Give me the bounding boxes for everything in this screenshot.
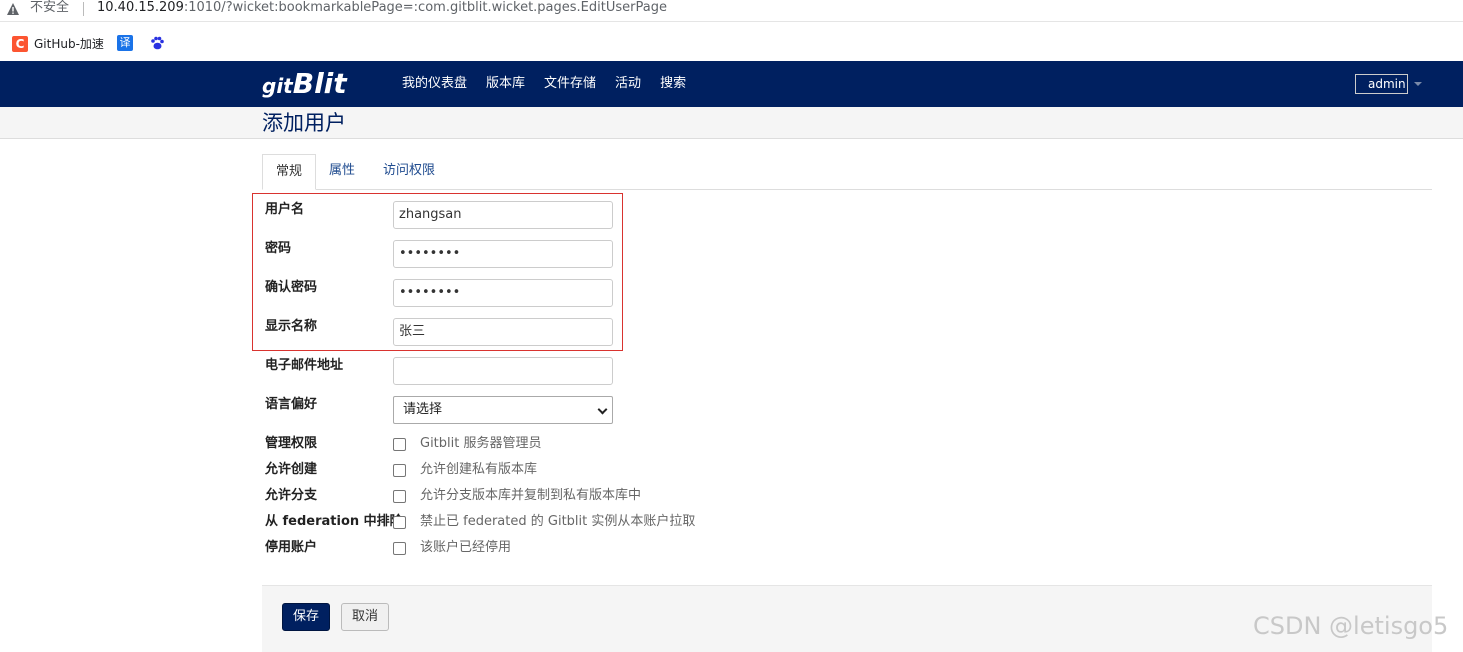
nav-activity[interactable]: 活动: [615, 75, 641, 93]
admin-description: Gitblit 服务器管理员: [420, 436, 542, 451]
page-title: 添加用户: [262, 111, 346, 135]
disabled-description: 该账户已经停用: [420, 540, 512, 555]
brand-name: Blit: [292, 67, 347, 100]
gitblit-logo[interactable]: gitBlit: [262, 67, 347, 103]
csdn-icon: C: [12, 35, 28, 52]
admin-checkbox[interactable]: [393, 438, 406, 451]
email-label: 电子邮件地址: [265, 358, 344, 373]
display-name-field[interactable]: 张三: [393, 318, 613, 346]
baidu-paw-icon: [151, 36, 164, 50]
exclude-federation-checkbox[interactable]: [393, 516, 406, 529]
url-host: 10.40.15.209: [97, 0, 184, 15]
warning-icon[interactable]: [6, 2, 20, 16]
admin-label: 管理权限: [265, 436, 318, 451]
username-field[interactable]: zhangsan: [393, 201, 613, 229]
can-create-description: 允许创建私有版本库: [420, 462, 538, 477]
bookmarks-bar: C GitHub-加速 译: [0, 23, 1463, 61]
translate-icon: 译: [117, 35, 133, 51]
cancel-button[interactable]: 取消: [341, 603, 389, 631]
chevron-down-icon[interactable]: [1414, 82, 1422, 86]
address-bar[interactable]: 不安全 10.40.15.209:1010/?wicket:bookmarkab…: [0, 0, 1463, 22]
nav-search[interactable]: 搜索: [660, 75, 686, 93]
can-fork-description: 允许分支版本库并复制到私有版本库中: [420, 488, 642, 503]
brand-prefix: git: [262, 74, 293, 98]
tab-bar: 常规 属性 访问权限: [262, 154, 1432, 190]
page-header: 添加用户: [0, 107, 1463, 139]
can-fork-checkbox[interactable]: [393, 490, 406, 503]
url-text[interactable]: 10.40.15.209:1010/?wicket:bookmarkablePa…: [97, 0, 667, 16]
nav-dashboard[interactable]: 我的仪表盘: [402, 75, 467, 93]
divider: [83, 2, 84, 16]
locale-selected-value: 请选择: [403, 402, 443, 417]
email-field[interactable]: [393, 357, 613, 385]
bookmark-label: GitHub-加速: [34, 37, 104, 51]
bookmark-github-accelerate[interactable]: C GitHub-加速: [12, 35, 104, 52]
bookmark-baidu[interactable]: [149, 35, 165, 51]
disabled-checkbox[interactable]: [393, 542, 406, 555]
exclude-federation-label: 从 federation 中排除: [265, 514, 403, 529]
top-navbar: gitBlit 我的仪表盘 版本库 文件存储 活动 搜索 admin: [0, 61, 1463, 107]
username-label: 用户名: [265, 202, 305, 217]
tab-general[interactable]: 常规: [262, 154, 317, 190]
bookmark-translate[interactable]: 译: [117, 35, 133, 51]
exclude-federation-description: 禁止已 federated 的 Gitblit 实例从本账户拉取: [420, 514, 696, 529]
password-label: 密码: [265, 241, 292, 256]
can-create-checkbox[interactable]: [393, 464, 406, 477]
confirm-password-label: 确认密码: [265, 280, 318, 295]
user-avatar-menu[interactable]: admin: [1355, 74, 1408, 94]
locale-label: 语言偏好: [265, 397, 318, 412]
save-button[interactable]: 保存: [282, 603, 330, 631]
locale-select[interactable]: 请选择: [393, 396, 613, 424]
can-fork-label: 允许分支: [265, 488, 318, 503]
security-label[interactable]: 不安全: [30, 0, 69, 16]
can-create-label: 允许创建: [265, 462, 318, 477]
display-name-label: 显示名称: [265, 319, 318, 334]
tab-permissions[interactable]: 访问权限: [370, 154, 448, 190]
disabled-label: 停用账户: [265, 540, 318, 555]
nav-filestore[interactable]: 文件存储: [544, 75, 596, 93]
confirm-password-field[interactable]: ••••••••: [393, 279, 613, 307]
chevron-down-icon: [597, 404, 608, 415]
url-path: :1010/?wicket:bookmarkablePage=:com.gitb…: [183, 0, 667, 15]
nav-repositories[interactable]: 版本库: [486, 75, 525, 93]
tab-attributes[interactable]: 属性: [316, 154, 368, 190]
nav-links: 我的仪表盘 版本库 文件存储 活动 搜索: [402, 75, 686, 93]
password-field[interactable]: ••••••••: [393, 240, 613, 268]
watermark: CSDN @letisgo5: [1253, 612, 1449, 640]
